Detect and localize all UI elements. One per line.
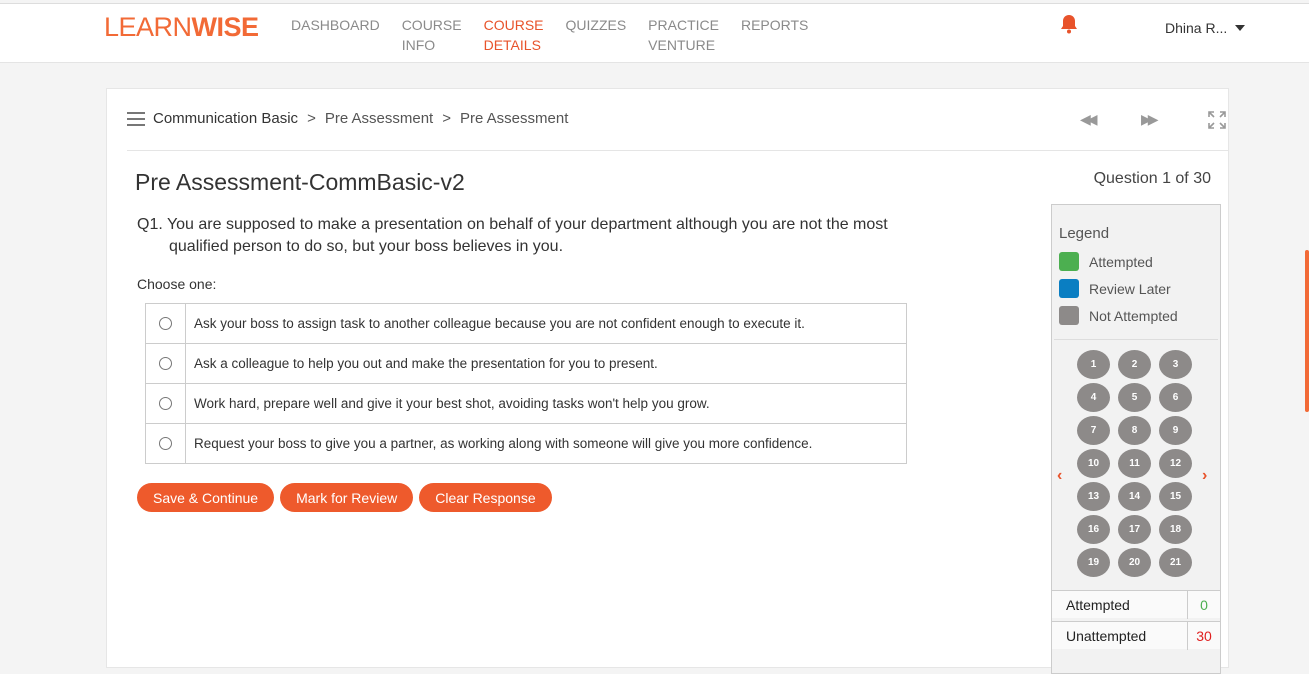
- user-menu[interactable]: Dhina R...: [1165, 20, 1227, 36]
- chevron-down-icon[interactable]: [1235, 25, 1245, 31]
- question-number-button[interactable]: 2: [1118, 350, 1151, 379]
- breadcrumb-item: Pre Assessment: [459, 110, 569, 127]
- option-row[interactable]: Work hard, prepare well and give it your…: [145, 383, 907, 424]
- question-number-button[interactable]: 18: [1159, 515, 1192, 544]
- option-text[interactable]: Ask a colleague to help you out and make…: [185, 343, 907, 384]
- nav-item[interactable]: COURSE INFO: [402, 15, 462, 55]
- question-number-button[interactable]: 10: [1077, 449, 1110, 478]
- options-table: Ask your boss to assign task to another …: [145, 303, 907, 464]
- legend-item: Not Attempted: [1059, 306, 1178, 325]
- option-row[interactable]: Request your boss to give you a partner,…: [145, 423, 907, 464]
- nav-item[interactable]: COURSE DETAILS: [484, 15, 544, 55]
- question-number-button[interactable]: 15: [1159, 482, 1192, 511]
- save-continue-button[interactable]: Save & Continue: [137, 483, 275, 512]
- question-number-button[interactable]: 11: [1118, 449, 1151, 478]
- divider: [1054, 339, 1218, 340]
- question-number-button[interactable]: 3: [1159, 350, 1192, 379]
- question-number-button[interactable]: 14: [1118, 482, 1151, 511]
- question-number-button[interactable]: 8: [1118, 416, 1151, 445]
- side-tab[interactable]: [1305, 250, 1309, 412]
- stat-row: Unattempted 30: [1052, 621, 1220, 650]
- question-palette: Legend Attempted Review Later Not Attempte…: [1051, 204, 1221, 674]
- chevron-right-icon[interactable]: ›: [1202, 467, 1207, 485]
- question-number-button[interactable]: 7: [1077, 416, 1110, 445]
- legend-item: Review Later: [1059, 279, 1171, 298]
- mark-for-review-button[interactable]: Mark for Review: [280, 483, 414, 512]
- nav-item[interactable]: REPORTS: [741, 15, 808, 55]
- question-number-button[interactable]: 13: [1077, 482, 1110, 511]
- page-title: Pre Assessment-CommBasic-v2: [135, 169, 465, 195]
- nav-item[interactable]: QUIZZES: [566, 15, 627, 55]
- radio-button[interactable]: [159, 396, 172, 410]
- legend-swatch: [1059, 279, 1079, 298]
- question-number-button[interactable]: 6: [1159, 383, 1192, 412]
- chevron-left-icon[interactable]: ‹: [1057, 467, 1062, 485]
- legend-title: Legend: [1059, 225, 1110, 242]
- option-text[interactable]: Work hard, prepare well and give it your…: [185, 383, 907, 424]
- menu-icon[interactable]: [127, 112, 145, 126]
- question-text: Q1. You are supposed to make a presentat…: [137, 216, 888, 255]
- quiz-card: Communication Basic > Pre Assessment > Pre A…: [106, 88, 1229, 674]
- question-number-button[interactable]: 9: [1159, 416, 1192, 445]
- option-row[interactable]: Ask a colleague to help you out and make…: [145, 343, 907, 384]
- question-number-button[interactable]: 21: [1159, 548, 1192, 577]
- question-number-button[interactable]: 1: [1077, 350, 1110, 379]
- fullscreen-icon[interactable]: [1208, 111, 1226, 129]
- bell-icon[interactable]: [1060, 14, 1078, 34]
- rewind-icon[interactable]: ◀◀: [1080, 111, 1097, 128]
- divider: [127, 150, 1228, 151]
- question-counter: Question 1 of 30: [1093, 170, 1211, 187]
- main-nav: DASHBOARD COURSE INFO COURSE DETAILS QUIZZE…: [291, 15, 830, 55]
- option-row[interactable]: Ask your boss to assign task to another …: [145, 303, 907, 344]
- stat-row: Attempted 0: [1052, 590, 1220, 619]
- question-number-button[interactable]: 12: [1159, 449, 1192, 478]
- legend-swatch: [1059, 306, 1079, 325]
- radio-button[interactable]: [159, 436, 172, 450]
- question-number-button[interactable]: 17: [1118, 515, 1151, 544]
- legend-item: Attempted: [1059, 252, 1153, 271]
- top-header: LEARNWISE DASHBOARD COURSE INFO COURSE DET…: [0, 3, 1309, 63]
- stat-value: 0: [1187, 591, 1220, 619]
- question-number-button[interactable]: 20: [1118, 548, 1151, 577]
- choose-label: Choose one:: [137, 276, 217, 292]
- clear-response-button[interactable]: Clear Response: [419, 483, 552, 512]
- option-text[interactable]: Request your boss to give you a partner,…: [185, 423, 907, 464]
- fast-forward-icon[interactable]: ▶▶: [1141, 111, 1158, 128]
- logo[interactable]: LEARNWISE: [104, 12, 259, 43]
- nav-item[interactable]: PRACTICE VENTURE: [648, 15, 719, 55]
- question-number-button[interactable]: 16: [1077, 515, 1110, 544]
- nav-item[interactable]: DASHBOARD: [291, 15, 380, 55]
- radio-button[interactable]: [159, 316, 172, 330]
- breadcrumb-item[interactable]: Pre Assessment: [325, 110, 433, 127]
- breadcrumb-item[interactable]: Communication Basic: [153, 110, 298, 127]
- stat-value: 30: [1187, 622, 1220, 650]
- radio-button[interactable]: [159, 356, 172, 370]
- breadcrumb: Communication Basic > Pre Assessment > Pre A…: [153, 110, 569, 127]
- legend-swatch: [1059, 252, 1079, 271]
- question-number-button[interactable]: 19: [1077, 548, 1110, 577]
- question-number-button[interactable]: 4: [1077, 383, 1110, 412]
- option-text[interactable]: Ask your boss to assign task to another …: [185, 303, 907, 344]
- question-number-button[interactable]: 5: [1118, 383, 1151, 412]
